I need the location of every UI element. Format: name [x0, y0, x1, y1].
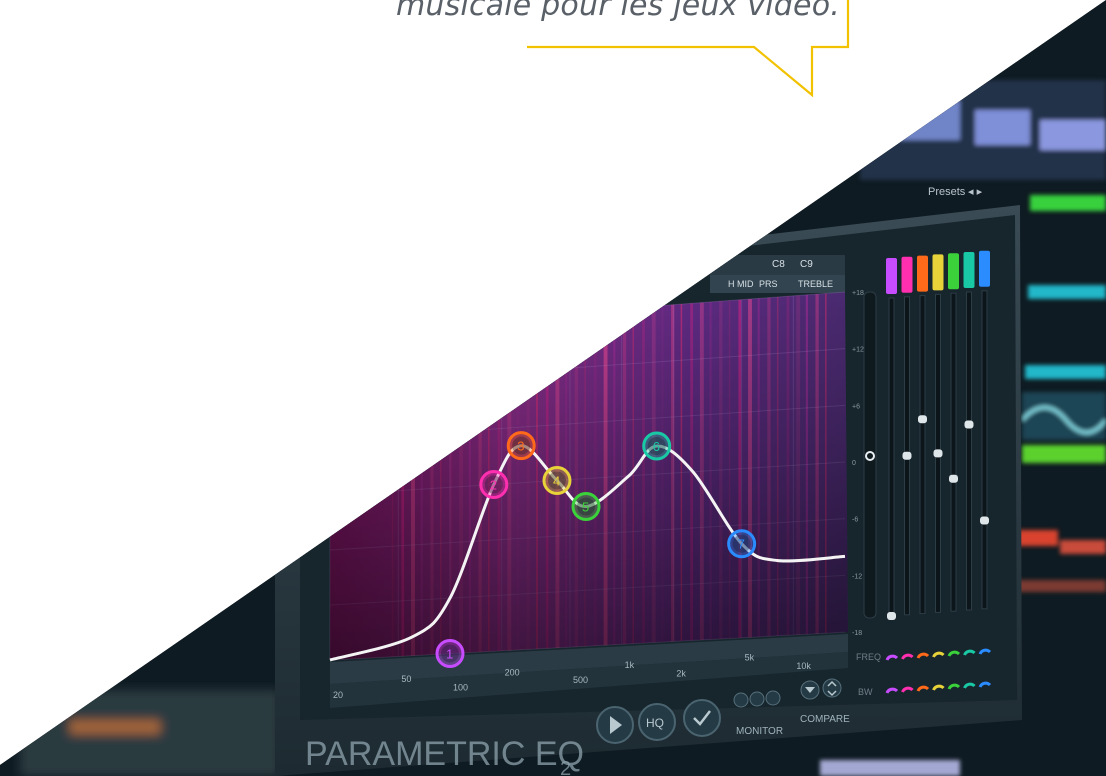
eq-node-4[interactable]: 4	[542, 465, 572, 495]
eq-node-7[interactable]: 7	[727, 529, 757, 559]
band-name-treble[interactable]: TREBLE	[798, 279, 833, 289]
band-slider-track[interactable]	[888, 297, 895, 617]
db-tick-label: -12	[852, 573, 862, 580]
band-slider-handle[interactable]	[902, 451, 912, 460]
band-slider-handle[interactable]	[949, 474, 958, 483]
presets-arrows-icon[interactable]: ◂ ▸	[968, 186, 983, 198]
db-tick-label: 0	[852, 460, 856, 467]
freq-tick-label: 5k	[745, 652, 755, 662]
stage: Presets ◂ ▸ C8 C9 H MID PRS TREBLE +18 +…	[0, 0, 1106, 776]
band-tab-5[interactable]	[948, 253, 959, 290]
db-tick-label: -6	[852, 517, 858, 524]
band-tab-4[interactable]	[932, 254, 944, 291]
hq-label: HQ	[646, 716, 664, 730]
band-slider-track[interactable]	[981, 290, 988, 610]
daw-screenshot: Presets ◂ ▸ C8 C9 H MID PRS TREBLE +18 +…	[0, 0, 1106, 776]
eq-graph-shade	[330, 292, 848, 660]
band-tab-2[interactable]	[901, 256, 913, 293]
monitor-solo-icon[interactable]	[749, 691, 765, 707]
monitor-minus-icon[interactable]	[733, 692, 749, 708]
compare-label: COMPARE	[800, 714, 850, 725]
band-tab-3[interactable]	[917, 255, 928, 292]
eq-node-label: 7	[738, 537, 745, 552]
caption-quote: musicale pour les jeux vidéo.	[395, 0, 840, 23]
db-tick-label: +12	[852, 347, 864, 354]
band-name-prs[interactable]: PRS	[759, 279, 778, 289]
band-tab-6[interactable]	[963, 252, 975, 288]
monitor-zero-icon[interactable]	[765, 690, 781, 706]
confirm-button[interactable]	[683, 699, 721, 737]
band-header-c8: C8	[772, 259, 785, 270]
eq-node-label: 5	[582, 500, 589, 515]
eq-node-label: 6	[653, 439, 660, 454]
freq-tick-label: 10k	[796, 661, 811, 671]
parametric-eq-window: Presets ◂ ▸ C8 C9 H MID PRS TREBLE +18+1…	[275, 186, 1022, 776]
freq-tick-label: 2k	[676, 669, 686, 679]
freq-tick-label: 100	[453, 683, 468, 693]
eq-node-1[interactable]: 1	[435, 638, 465, 668]
bw-knob-label: BW	[858, 687, 873, 697]
freq-tick-label: 200	[505, 667, 520, 677]
band-name-hmid[interactable]: H MID	[728, 279, 754, 289]
presets-label: Presets	[928, 186, 966, 198]
plugin-title: PARAMETRIC EQ	[305, 735, 584, 773]
eq-node-label: 3	[517, 439, 524, 454]
band-header-c9: C9	[800, 259, 813, 270]
db-tick-label: -18	[852, 630, 862, 637]
freq-tick-label: 1k	[625, 660, 635, 670]
background-bottom-left	[20, 690, 280, 776]
band-tab-1[interactable]	[886, 258, 897, 294]
band-slider-track[interactable]	[966, 291, 972, 611]
band-slider-handle[interactable]	[887, 612, 896, 620]
db-tick-label: +6	[852, 403, 860, 410]
band-tab-7[interactable]	[979, 250, 990, 287]
band-slider-handle[interactable]	[918, 415, 927, 424]
eq-node-label: 4	[553, 473, 560, 488]
eq-node-3[interactable]: 3	[506, 431, 536, 461]
band-slider-track[interactable]	[919, 295, 926, 615]
freq-tick-label: 50	[401, 674, 411, 684]
band-slider-handle[interactable]	[980, 516, 989, 525]
band-slider-handle[interactable]	[964, 420, 974, 429]
eq-node-6[interactable]: 6	[642, 431, 672, 461]
db-tick-label: +18	[852, 290, 864, 297]
monitor-label: MONITOR	[736, 726, 783, 737]
eq-node-5[interactable]: 5	[571, 492, 601, 522]
eq-node-label: 1	[446, 646, 453, 661]
plugin-title-version: 2	[560, 758, 571, 776]
freq-tick-label: 20	[333, 690, 343, 700]
daw-scene: Presets ◂ ▸ C8 C9 H MID PRS TREBLE +18+1…	[0, 0, 1106, 776]
band-header-row: C8 C9 H MID PRS TREBLE	[710, 255, 845, 293]
eq-node-2[interactable]: 2	[479, 470, 509, 500]
band-slider-handle[interactable]	[933, 449, 943, 458]
eq-node-label: 2	[490, 478, 497, 493]
freq-knob-label: FREQ	[856, 652, 881, 662]
freq-tick-label: 500	[573, 675, 588, 685]
band-slider-track[interactable]	[950, 292, 957, 612]
